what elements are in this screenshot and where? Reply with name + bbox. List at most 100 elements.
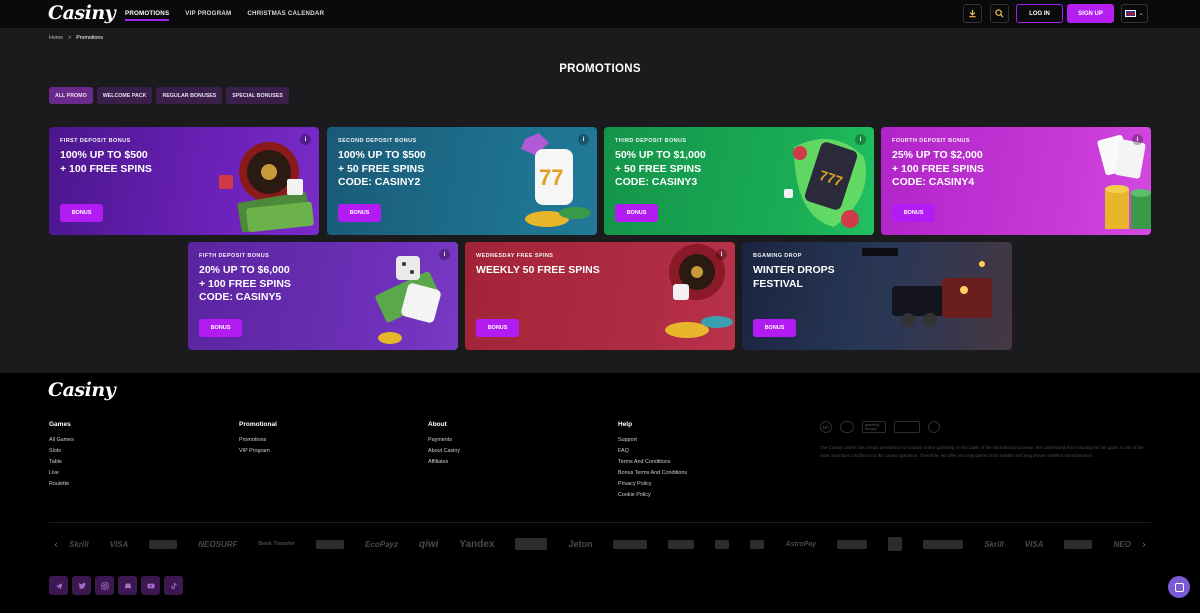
- payment-logo: EcoPayz: [365, 539, 398, 549]
- footer-logo[interactable]: Casiny: [48, 379, 116, 401]
- promo-card-first-deposit[interactable]: i FIRST DEPOSIT BONUS 100% UP TO $500 + …: [49, 127, 319, 235]
- filter-welcome-pack[interactable]: WELCOME PACK: [96, 87, 153, 104]
- promo-card-wednesday-spins[interactable]: i WEDNESDAY FREE SPINS WEEKLY 50 FREE SP…: [465, 242, 735, 350]
- footer-link[interactable]: FAQ: [618, 446, 687, 457]
- filter-regular-bonuses[interactable]: REGULAR BONUSES: [156, 87, 223, 104]
- footer-link[interactable]: Terms And Conditions: [618, 457, 687, 468]
- breadcrumb-current: Promotions: [76, 35, 104, 41]
- promo-filters: ALL PROMO WELCOME PACK REGULAR BONUSES S…: [49, 87, 289, 104]
- footer-link[interactable]: About Casiny: [428, 446, 460, 457]
- signup-button[interactable]: SIGN UP: [1067, 4, 1114, 23]
- footer-column-title: Promotional: [239, 421, 277, 428]
- payment-logo: [515, 538, 548, 550]
- gambling-therapy-badge: gambling therapy: [862, 421, 886, 433]
- footer-link[interactable]: Cookie Policy: [618, 490, 687, 501]
- payment-logo: [923, 539, 964, 549]
- begambleaware-icon: [894, 421, 920, 433]
- footer-column-games: Games All Games Slots Table Live Roulett…: [49, 421, 74, 490]
- card-title: 20% UP TO $6,000 + 100 FREE SPINS CODE: …: [199, 264, 291, 303]
- card-tag: WEDNESDAY FREE SPINS: [476, 253, 554, 259]
- footer-link[interactable]: Affiliates: [428, 457, 460, 468]
- payment-logo: qiwi: [418, 538, 439, 550]
- footer-link[interactable]: Privacy Policy: [618, 479, 687, 490]
- discord-icon[interactable]: [118, 576, 137, 595]
- instagram-icon[interactable]: [95, 576, 114, 595]
- footer-column-title: Help: [618, 421, 633, 428]
- promo-card-fifth-deposit[interactable]: i FIFTH DEPOSIT BONUS 20% UP TO $6,000 +…: [188, 242, 458, 350]
- breadcrumb-home[interactable]: Home: [49, 35, 63, 41]
- footer-column-title: Games: [49, 421, 71, 428]
- filter-all-promo[interactable]: ALL PROMO: [49, 87, 93, 104]
- nav-vip-program[interactable]: VIP PROGRAM: [185, 0, 231, 28]
- breadcrumb-separator: >: [68, 35, 72, 41]
- bonus-button[interactable]: BONUS: [338, 204, 381, 222]
- payment-logo: [149, 539, 178, 549]
- promo-card-second-deposit[interactable]: 77 i SECOND DEPOSIT BONUS 100% UP TO $50…: [327, 127, 597, 235]
- svg-text:77: 77: [539, 165, 563, 190]
- promo-card-fourth-deposit[interactable]: i FOURTH DEPOSIT BONUS 25% UP TO $2,000 …: [881, 127, 1151, 235]
- payment-logo: Bank Transfer: [258, 541, 296, 547]
- bonus-button[interactable]: BONUS: [892, 204, 935, 222]
- footer-disclaimer: The Casiny Online has a legal permission…: [820, 445, 1144, 458]
- payment-logo: [750, 539, 765, 549]
- payment-logo: [715, 539, 730, 549]
- info-icon[interactable]: i: [855, 134, 866, 145]
- footer-link[interactable]: VIP Program: [239, 446, 277, 457]
- footer-link[interactable]: Payments: [428, 435, 460, 446]
- footer-link[interactable]: All Games: [49, 435, 74, 446]
- info-icon[interactable]: i: [439, 249, 450, 260]
- search-icon[interactable]: [990, 4, 1009, 23]
- license-seal-icon: [928, 421, 940, 433]
- login-button[interactable]: LOG IN: [1016, 4, 1063, 23]
- payment-methods-strip: ‹ Skrill VISA NEOSURF Bank Transfer EcoP…: [49, 531, 1151, 557]
- footer-link[interactable]: Promotions: [239, 435, 277, 446]
- footer-link[interactable]: Slots: [49, 446, 74, 457]
- download-icon[interactable]: [963, 4, 982, 23]
- promo-card-third-deposit[interactable]: 777 i THIRD DEPOSIT BONUS 50% UP TO $1,0…: [604, 127, 874, 235]
- language-selector[interactable]: ⌄: [1121, 4, 1148, 23]
- top-header: Casiny PROMOTIONS VIP PROGRAM CHRISTMAS …: [0, 0, 1200, 28]
- casiny-logo[interactable]: Casiny: [48, 2, 116, 24]
- live-chat-button[interactable]: [1168, 576, 1190, 598]
- promo-card-bgaming-drop[interactable]: BGAMING DROP WINTER DROPS FESTIVAL BONUS: [742, 242, 1012, 350]
- info-icon[interactable]: i: [300, 134, 311, 145]
- footer-column-title: About: [428, 421, 447, 428]
- chevron-right-icon[interactable]: ›: [1137, 539, 1151, 549]
- footer-link[interactable]: Support: [618, 435, 687, 446]
- payment-logo: Jeton: [568, 539, 593, 549]
- payment-logo: Yandex: [459, 538, 495, 550]
- footer-link[interactable]: Bonus Terms And Conditions: [618, 468, 687, 479]
- payment-logo: Skrill: [69, 539, 89, 549]
- payment-logo: AstroPay: [785, 540, 817, 548]
- footer-column-about: About Payments About Casiny Affiliates: [428, 421, 460, 468]
- card-title: WEEKLY 50 FREE SPINS: [476, 264, 600, 276]
- tiktok-icon[interactable]: [164, 576, 183, 595]
- uk-flag-icon: [1125, 10, 1137, 17]
- bonus-button[interactable]: BONUS: [199, 319, 242, 337]
- social-links: [49, 576, 183, 595]
- payment-logo: VISA: [109, 539, 129, 549]
- card-tag: FIFTH DEPOSIT BONUS: [199, 253, 270, 259]
- telegram-icon[interactable]: [49, 576, 68, 595]
- nav-christmas-calendar[interactable]: CHRISTMAS CALENDAR: [247, 0, 324, 28]
- info-icon[interactable]: i: [578, 134, 589, 145]
- bonus-button[interactable]: BONUS: [753, 319, 796, 337]
- info-icon[interactable]: i: [1132, 134, 1143, 145]
- info-icon[interactable]: i: [716, 249, 727, 260]
- bonus-button[interactable]: BONUS: [615, 204, 658, 222]
- footer-link[interactable]: Table: [49, 457, 74, 468]
- payment-logos: Skrill VISA NEOSURF Bank Transfer EcoPay…: [63, 537, 1137, 551]
- card-tag: FOURTH DEPOSIT BONUS: [892, 138, 970, 144]
- footer-link[interactable]: Live: [49, 468, 74, 479]
- bonus-button[interactable]: BONUS: [60, 204, 103, 222]
- footer-link[interactable]: Roulette: [49, 479, 74, 490]
- youtube-icon[interactable]: [141, 576, 160, 595]
- twitter-icon[interactable]: [72, 576, 91, 595]
- payment-logo: [316, 539, 345, 549]
- chevron-left-icon[interactable]: ‹: [49, 539, 63, 549]
- filter-special-bonuses[interactable]: SPECIAL BONUSES: [226, 87, 289, 104]
- chat-icon: [1174, 582, 1184, 592]
- card-tag: THIRD DEPOSIT BONUS: [615, 138, 687, 144]
- nav-promotions[interactable]: PROMOTIONS: [125, 0, 170, 28]
- bonus-button[interactable]: BONUS: [476, 319, 519, 337]
